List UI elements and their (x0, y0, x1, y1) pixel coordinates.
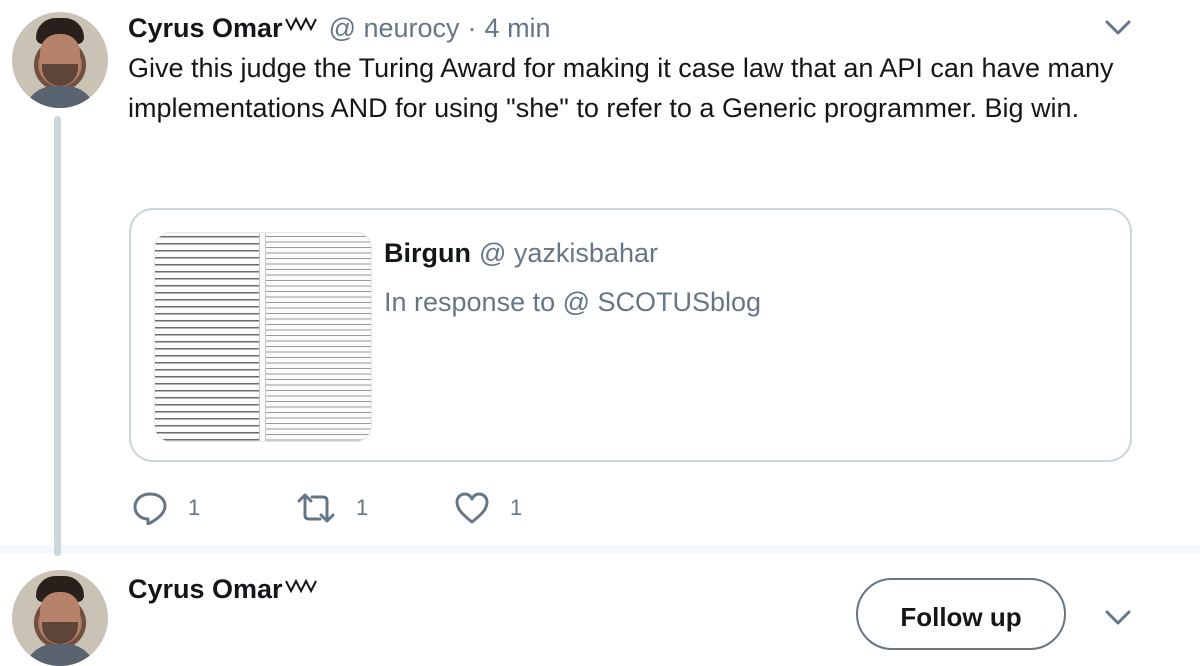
document-page-left (155, 233, 260, 441)
retweet-count: 1 (356, 495, 369, 520)
reply-icon (133, 492, 167, 525)
reply-button[interactable]: 1 (132, 488, 200, 528)
separator-dot: · (467, 12, 477, 43)
next-tweet-avatar[interactable] (12, 570, 108, 666)
next-tweet-author-name[interactable]: Cyrus Omar (128, 574, 283, 605)
quoted-tweet[interactable]: Birgun @ yazkisbahar In response to @ SCO… (129, 208, 1132, 462)
squiggle-icon (284, 578, 317, 593)
chevron-down-icon[interactable] (1104, 18, 1132, 38)
author-name[interactable]: Cyrus Omar (128, 13, 283, 44)
follow-up-button[interactable]: Follow up (856, 578, 1066, 650)
document-thumbnail[interactable] (154, 232, 372, 442)
quoted-reply-context: In response to @ SCOTUSblog (384, 287, 762, 317)
tweet-card[interactable]: Cyrus Omar @ neurocy · 4 min Give this j… (0, 0, 1200, 545)
tweet-text: Give this judge the Turing Award for mak… (128, 53, 1114, 123)
like-button[interactable]: 1 (454, 488, 522, 528)
quoted-author: Birgun @ yazkisbahar (384, 238, 658, 269)
timestamp[interactable]: 4 min (485, 13, 551, 44)
chevron-down-icon[interactable] (1104, 608, 1132, 628)
document-page-right (265, 233, 371, 441)
squiggle-icon (284, 16, 317, 32)
quoted-author-name: Birgun (384, 238, 471, 268)
next-tweet-header: Cyrus Omar (128, 574, 319, 605)
avatar[interactable] (12, 12, 108, 108)
like-count: 1 (510, 495, 523, 520)
tweet-header: Cyrus Omar @ neurocy · 4 min (128, 8, 551, 48)
author-handle[interactable]: @ neurocy (329, 13, 460, 44)
tweet-separator (0, 545, 1200, 553)
quoted-author-handle: @ yazkisbahar (479, 238, 658, 268)
retweet-icon (297, 493, 335, 523)
heart-icon (455, 492, 489, 524)
reply-count: 1 (188, 495, 201, 520)
thread-line (54, 116, 61, 556)
retweet-button[interactable]: 1 (296, 488, 368, 528)
